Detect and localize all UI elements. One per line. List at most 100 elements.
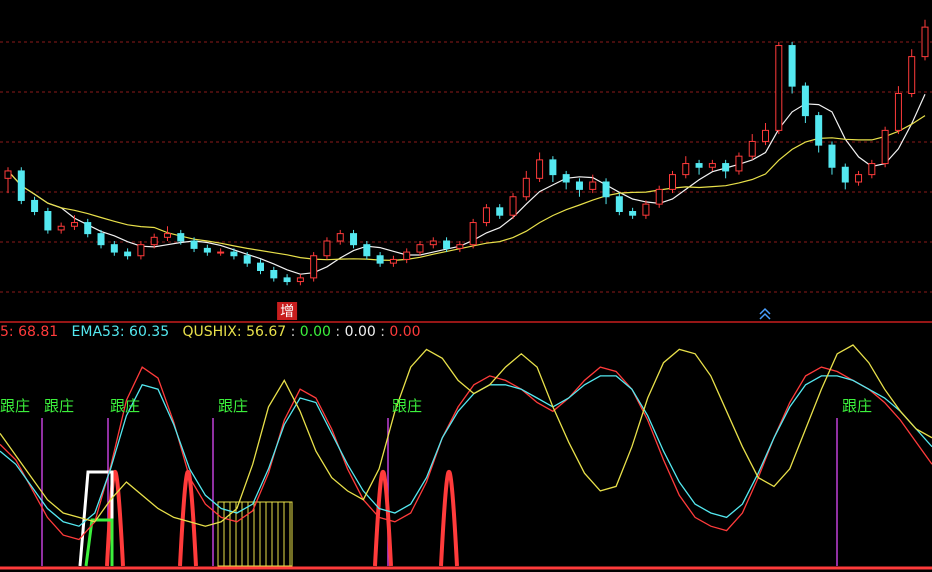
candle-body-2 — [31, 199, 39, 212]
candle-body-10 — [137, 244, 145, 257]
red-spike-1 — [178, 469, 198, 567]
candle-body-48 — [642, 203, 650, 216]
legend-item4-value: 0.00 — [299, 324, 331, 340]
legend-item6-value: 0.00 — [389, 324, 421, 340]
legend-item5-value: 0.00 — [344, 324, 376, 340]
candle-body-38 — [509, 196, 517, 216]
legend-item2-sep: : — [119, 324, 130, 340]
candle-body-58 — [775, 45, 783, 131]
candle-body-21 — [283, 277, 291, 283]
candle-body-30 — [403, 251, 411, 260]
candle-body-54 — [722, 163, 730, 172]
candle-body-11 — [150, 236, 158, 246]
candle-body-37 — [496, 207, 504, 216]
candle-body-36 — [482, 207, 490, 224]
candle-body-5 — [70, 222, 78, 227]
candle-body-56 — [748, 140, 756, 157]
legend-item1-value: 68.81 — [18, 324, 59, 340]
candle-body-16 — [217, 251, 225, 254]
candle-body-22 — [296, 277, 304, 283]
candle-body-47 — [629, 211, 637, 216]
signal-label-1: 跟庄 — [44, 397, 74, 415]
chart-canvas: 增 跟庄 跟庄 跟庄 跟庄 跟庄 跟庄 — [0, 19, 932, 570]
candle-body-20 — [270, 270, 278, 279]
candle-body-64 — [855, 174, 863, 183]
legend-item3-sep: : — [236, 324, 247, 340]
price-annotations: 增 — [277, 302, 771, 320]
legend-item1-label: 5 — [0, 324, 9, 340]
signal-label-2: 跟庄 — [110, 397, 140, 415]
candle-body-31 — [416, 244, 424, 253]
candle-body-9 — [124, 251, 132, 257]
legend-item1-sep: : — [8, 324, 19, 340]
signal-labels: 跟庄 跟庄 跟庄 跟庄 跟庄 跟庄 — [0, 397, 872, 415]
candle-body-66 — [881, 129, 889, 165]
signal-label-0: 跟庄 — [0, 397, 30, 415]
candle-body-43 — [575, 181, 583, 190]
candle-body-42 — [562, 174, 570, 183]
candle-body-68 — [908, 56, 916, 94]
candle-body-19 — [257, 262, 265, 271]
legend-item2-value: 60.35 — [129, 324, 170, 340]
legend-item6-sep: : — [380, 324, 390, 340]
candle-body-53 — [708, 163, 716, 168]
candle-body-6 — [84, 222, 92, 235]
legend-item2-label: EMA53 — [71, 324, 120, 340]
indicator-bars — [41, 418, 838, 567]
candle-body-62 — [828, 144, 836, 168]
signal-label-3: 跟庄 — [218, 397, 248, 415]
up-arrow-icon — [759, 307, 771, 320]
candle-body-50 — [668, 174, 676, 190]
candle-body-49 — [655, 188, 663, 205]
candle-body-41 — [549, 159, 557, 176]
candle-body-27 — [363, 244, 371, 257]
candle-body-28 — [376, 255, 384, 264]
candle-body-61 — [815, 115, 823, 146]
candle-body-24 — [323, 240, 331, 257]
ma-long-line — [7, 115, 926, 262]
candle-body-44 — [589, 181, 597, 190]
candle-body-3 — [44, 211, 52, 231]
candle-body-67 — [894, 93, 902, 131]
candle-body-8 — [110, 244, 118, 253]
candle-body-55 — [735, 155, 743, 172]
candlestick-series — [4, 19, 929, 286]
candle-body-60 — [801, 85, 809, 117]
candle-body-12 — [163, 233, 171, 238]
candle-body-14 — [190, 240, 198, 249]
legend-item3-value: 56.67 — [246, 324, 287, 340]
signal-label-5: 跟庄 — [842, 397, 872, 415]
candle-body-46 — [615, 196, 623, 212]
candle-body-51 — [682, 163, 690, 176]
candle-body-0 — [4, 170, 12, 179]
candle-body-32 — [429, 240, 437, 246]
candle-body-17 — [230, 251, 238, 257]
candle-body-35 — [469, 222, 477, 246]
candle-body-59 — [788, 45, 796, 87]
candle-body-52 — [695, 163, 703, 168]
candle-body-29 — [389, 258, 397, 264]
indicator-legend: 5: 68.81 EMA53: 60.35 QUSHIX: 56.67 : 0.… — [0, 322, 421, 342]
candle-body-26 — [350, 233, 358, 246]
candle-body-15 — [203, 247, 211, 253]
candle-body-13 — [177, 233, 185, 242]
candle-body-23 — [310, 255, 318, 279]
candle-body-63 — [841, 166, 849, 183]
moving-average-lines — [7, 93, 926, 275]
annotation-text: 增 — [280, 304, 294, 320]
candle-body-1 — [17, 170, 25, 201]
candle-body-25 — [336, 233, 344, 242]
candle-body-69 — [921, 26, 929, 58]
legend-item5-sep: : — [335, 324, 345, 340]
yellow-block-outline — [217, 501, 293, 567]
candle-body-39 — [522, 177, 530, 198]
candle-body-18 — [243, 255, 251, 264]
candle-body-7 — [97, 233, 105, 246]
candle-body-65 — [868, 163, 876, 176]
candle-body-57 — [762, 129, 770, 142]
legend-item4-sep: : — [290, 324, 300, 340]
candle-body-4 — [57, 225, 65, 231]
indicator-lines — [0, 344, 932, 541]
signal-label-4: 跟庄 — [392, 397, 422, 415]
candle-body-45 — [602, 181, 610, 198]
